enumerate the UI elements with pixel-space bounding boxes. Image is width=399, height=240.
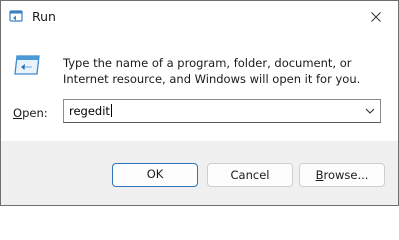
window-title: Run [32, 9, 56, 24]
open-label-mnemonic: O [13, 106, 23, 120]
text-cursor [110, 104, 112, 117]
chevron-down-icon[interactable] [364, 106, 376, 116]
dialog-body: Type the name of a program, folder, docu… [1, 33, 398, 141]
browse-label-text: rowse... [323, 168, 369, 182]
ok-button[interactable]: OK [112, 163, 198, 187]
close-button[interactable] [354, 1, 398, 33]
open-label-text: pen: [22, 106, 48, 120]
title-bar[interactable]: Run [1, 1, 398, 33]
close-icon [371, 12, 381, 22]
open-label: Open: [13, 106, 48, 120]
browse-button[interactable]: Browse... [299, 163, 385, 187]
run-icon [9, 10, 23, 22]
open-combobox[interactable]: regedit [63, 99, 381, 123]
open-input-value: regedit [69, 104, 110, 118]
cancel-button[interactable]: Cancel [207, 163, 293, 187]
run-window-icon [14, 55, 40, 75]
open-input[interactable]: regedit [69, 104, 112, 118]
description-text: Type the name of a program, folder, docu… [63, 56, 361, 86]
run-dialog: Run Type the name of a program, folder, … [0, 0, 399, 206]
button-bar: OK Cancel Browse... [1, 141, 398, 205]
